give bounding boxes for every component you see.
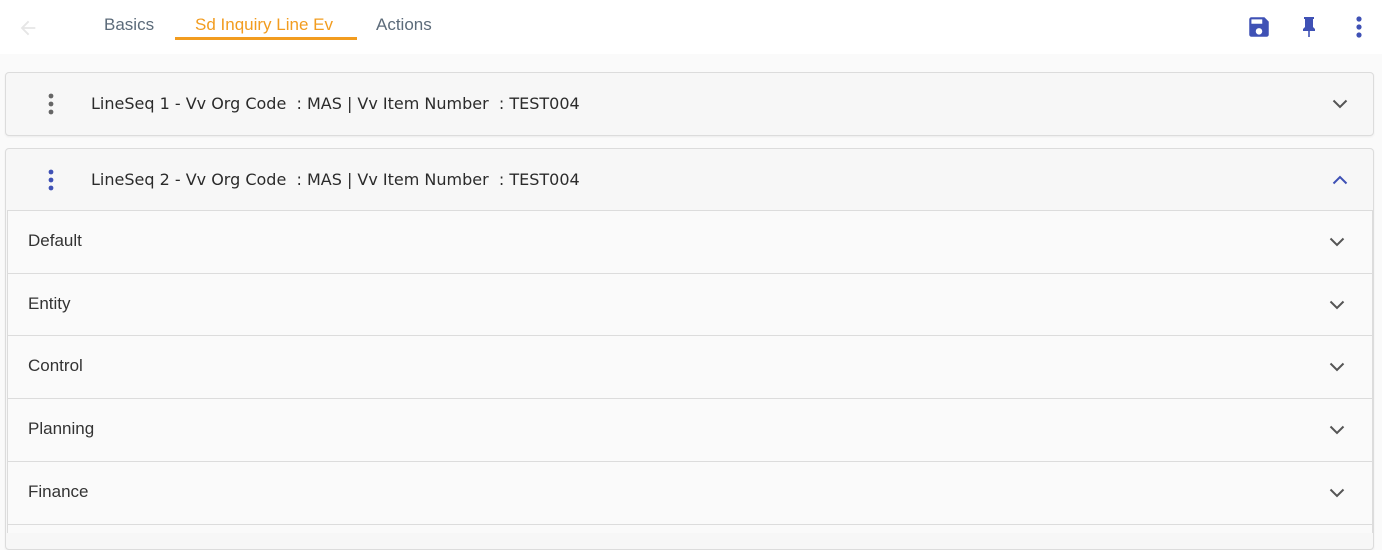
section-default[interactable]: Default [7,210,1373,273]
tab-sd-inquiry-line-ev[interactable]: Sd Inquiry Line Ev [195,15,333,35]
line-menu-button[interactable] [44,167,58,193]
section-label: Finance [28,482,89,501]
expand-button[interactable] [1329,93,1351,115]
section-planning[interactable]: Planning [7,398,1373,461]
chevron-down-icon [1332,99,1348,109]
expand-button[interactable] [1326,482,1348,504]
chevron-up-icon [1332,175,1348,185]
section-finance[interactable]: Finance [7,461,1373,524]
arrow-left-icon [20,20,36,36]
line-menu-button[interactable] [44,91,58,117]
section-label: Control [28,356,83,375]
chevron-down-icon [1329,488,1345,498]
line-header-1[interactable]: LineSeq 1 - Vv Org Code : MAS | Vv Item … [6,73,1373,135]
section-control[interactable]: Control [7,335,1373,398]
chevron-down-icon [1329,237,1345,247]
pin-icon [1303,17,1315,37]
line-header-2[interactable]: LineSeq 2 - Vv Org Code : MAS | Vv Item … [6,149,1373,211]
save-button[interactable] [1244,12,1274,42]
chevron-down-icon [1329,425,1345,435]
top-bar: Basics Sd Inquiry Line Ev Actions [0,0,1382,54]
line-card-1: LineSeq 1 - Vv Org Code : MAS | Vv Item … [5,72,1374,136]
more-button[interactable] [1344,12,1374,42]
chevron-down-icon [1329,362,1345,372]
section-label: Entity [28,294,71,313]
more-vertical-icon [48,93,54,115]
more-vertical-icon [1356,16,1362,38]
back-button[interactable] [14,14,42,42]
section-entity[interactable]: Entity [7,273,1373,336]
expand-button[interactable] [1326,356,1348,378]
expand-button[interactable] [1326,419,1348,441]
tab-basics[interactable]: Basics [104,15,154,35]
section-label: Default [28,231,82,250]
line-title: LineSeq 1 - Vv Org Code : MAS | Vv Item … [91,94,580,113]
pin-button[interactable] [1294,12,1324,42]
expand-button[interactable] [1326,294,1348,316]
expand-button[interactable] [1326,231,1348,253]
more-vertical-icon [48,169,54,191]
active-tab-indicator [175,37,357,40]
tab-actions[interactable]: Actions [376,15,432,35]
collapse-button[interactable] [1329,169,1351,191]
line-title: LineSeq 2 - Vv Org Code : MAS | Vv Item … [91,170,580,189]
chevron-down-icon [1329,300,1345,310]
save-icon [1249,17,1269,37]
section-label: Planning [28,419,95,438]
